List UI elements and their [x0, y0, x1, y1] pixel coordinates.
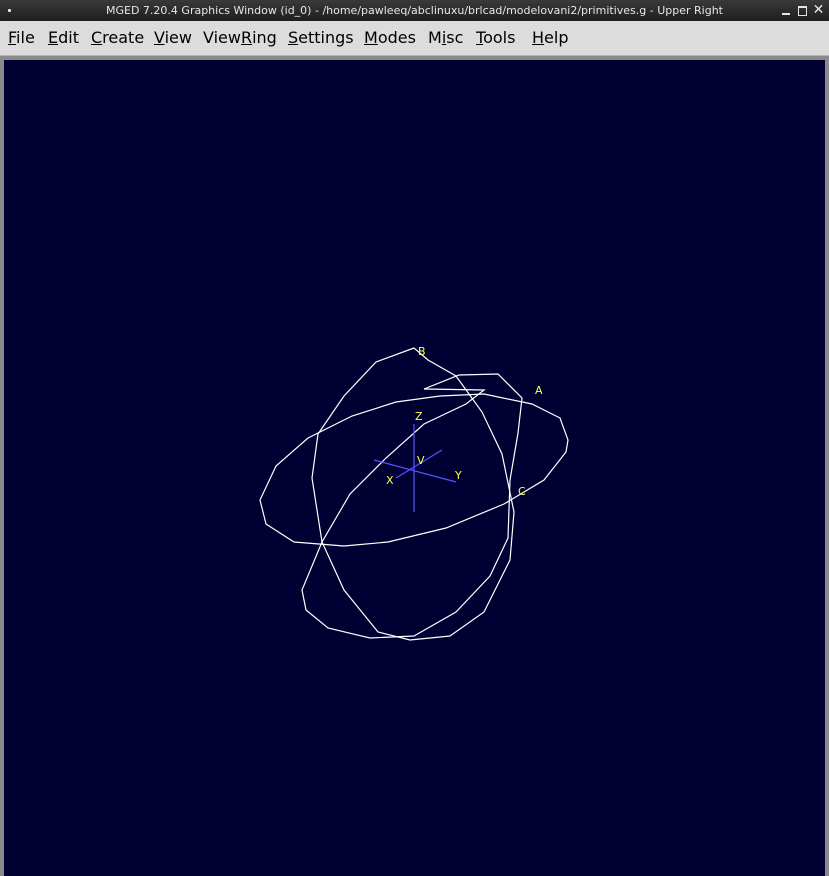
- menu-misc[interactable]: Misc: [428, 21, 463, 55]
- close-button[interactable]: ✕: [812, 3, 825, 17]
- window-title: MGED 7.20.4 Graphics Window (id_0) - /ho…: [106, 4, 723, 17]
- minimize-button[interactable]: [779, 4, 792, 17]
- wireframe-ellipse-2: [311, 347, 515, 641]
- title-bar[interactable]: MGED 7.20.4 Graphics Window (id_0) - /ho…: [0, 0, 829, 21]
- axis-label-z: Z: [415, 410, 423, 423]
- vertex-label-a: A: [535, 384, 543, 397]
- viewport-frame: Z V Y X B A C: [0, 56, 829, 876]
- graphics-viewport[interactable]: Z V Y X B A C: [4, 60, 825, 876]
- maximize-button[interactable]: [796, 4, 809, 17]
- menu-edit[interactable]: Edit: [48, 21, 79, 55]
- menu-file[interactable]: File: [8, 21, 35, 55]
- wireframe-ellipse-1: [301, 373, 523, 639]
- vertex-label-c: C: [518, 485, 526, 498]
- menu-help[interactable]: Help: [532, 21, 568, 55]
- menu-tools[interactable]: Tools: [476, 21, 515, 55]
- mged-graphics-window: MGED 7.20.4 Graphics Window (id_0) - /ho…: [0, 0, 829, 876]
- vertex-label-b: B: [418, 345, 426, 358]
- menu-viewring[interactable]: ViewRing: [203, 21, 277, 55]
- menu-bar: File Edit Create View ViewRing Settings …: [0, 21, 829, 56]
- axis-label-x: X: [386, 474, 394, 487]
- menu-create[interactable]: Create: [91, 21, 144, 55]
- menu-view[interactable]: View: [154, 21, 192, 55]
- axis-label-y: Y: [454, 469, 462, 482]
- menu-modes[interactable]: Modes: [364, 21, 416, 55]
- wireframe-scene: Z V Y X B A C: [259, 345, 569, 641]
- axis-label-vertex: V: [417, 454, 425, 467]
- menu-settings[interactable]: Settings: [288, 21, 354, 55]
